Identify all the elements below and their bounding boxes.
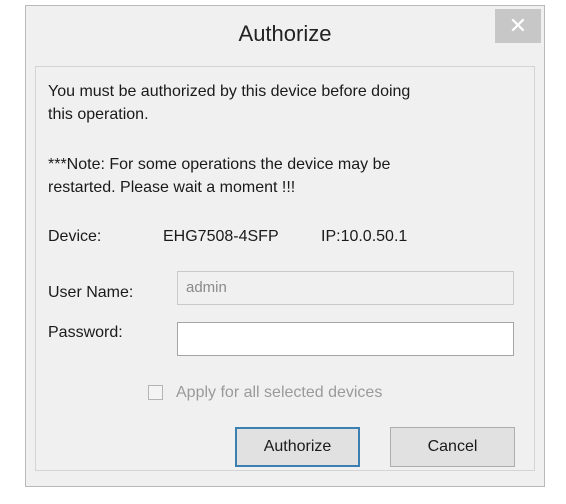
apply-all-checkbox [148,385,163,400]
note-line2: restarted. Please wait a moment !!! [48,179,296,196]
device-ip: IP:10.0.50.1 [321,228,408,245]
username-input: admin [177,271,514,305]
device-label: Device: [48,228,102,245]
title-bar[interactable]: Authorize ✕ [26,6,544,64]
username-label: User Name: [48,284,134,301]
close-icon: ✕ [508,13,528,38]
password-label: Password: [48,324,123,341]
device-name: EHG7508-4SFP [163,228,279,245]
apply-all-label: Apply for all selected devices [176,384,383,401]
password-input[interactable] [177,322,514,356]
dialog-title: Authorize [238,21,332,46]
authorize-button[interactable]: Authorize [235,427,360,467]
note-line1: ***Note: For some operations the device … [48,156,391,173]
auth-message-line2: this operation. [48,106,149,123]
close-button[interactable]: ✕ [495,9,541,43]
authorize-dialog: Authorize ✕ You must be authorized by th… [25,5,545,487]
cancel-button[interactable]: Cancel [390,427,515,467]
auth-message-line1: You must be authorized by this device be… [48,83,411,100]
dialog-body: You must be authorized by this device be… [35,66,535,471]
